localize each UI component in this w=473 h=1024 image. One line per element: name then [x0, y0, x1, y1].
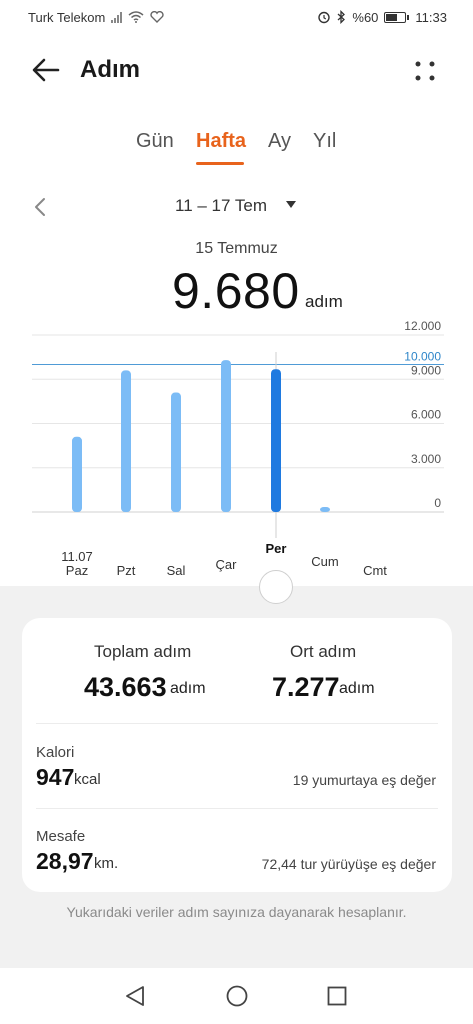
avg-steps-value: 7.277: [272, 672, 340, 702]
distance-value: 28,97: [36, 848, 94, 874]
status-left: Turk Telekom: [28, 10, 164, 25]
recents-square-icon[interactable]: [326, 984, 348, 1008]
x-category-label: Cmt: [363, 563, 387, 578]
tab-day[interactable]: Gün: [136, 130, 174, 153]
x-category-label: Sal: [167, 563, 186, 578]
app-bar: Adım: [0, 46, 473, 94]
goal-label: 10.000: [404, 350, 441, 364]
x-category-label: Cum: [311, 554, 338, 569]
footnote: Yukarıdaki veriler adım sayınıza dayanar…: [66, 904, 407, 920]
back-triangle-icon[interactable]: [124, 984, 146, 1008]
battery-percent: %60: [352, 9, 379, 25]
y-tick-label: 0: [434, 496, 441, 510]
weekly-steps-chart[interactable]: 12.000 9.000 6.000 3.000 0 10.000 11.07Paz Pzt S…: [0, 320, 473, 590]
bluetooth-icon: [337, 10, 346, 24]
battery-icon: [384, 11, 410, 23]
alarm-icon: [318, 11, 331, 24]
chart-bar[interactable]: [72, 436, 82, 512]
period-tabs: Gün Hafta Ay Yıl: [0, 130, 473, 170]
date-range-label[interactable]: 11 – 17 Tem: [175, 196, 267, 216]
signal-icon: [111, 11, 123, 23]
y-tick-label: 3.000: [411, 452, 441, 466]
tab-month[interactable]: Ay: [268, 130, 291, 153]
x-category-label: Per: [266, 541, 287, 556]
calorie-label: Kalori: [36, 744, 75, 761]
status-bar: Turk Telekom %60 11:33: [0, 0, 473, 34]
distance-equivalent: 72,44 tur yürüyüşe eş değer: [261, 856, 436, 872]
chart-bar[interactable]: [171, 392, 181, 512]
carrier-label: Turk Telekom: [28, 9, 106, 25]
x-category-label: Paz: [66, 563, 88, 578]
avg-steps-label: Ort adım: [290, 642, 357, 661]
selected-steps-unit: adım: [305, 292, 343, 311]
divider: [36, 723, 438, 724]
y-tick-label: 12.000: [404, 320, 441, 333]
avg-steps-unit: adım: [339, 680, 375, 697]
calorie-value: 947: [36, 764, 75, 790]
page-title: Adım: [80, 56, 140, 83]
distance-label: Mesafe: [36, 828, 86, 845]
chart-bar[interactable]: [121, 370, 131, 512]
wifi-icon: [128, 11, 144, 23]
y-tick-label: 6.000: [411, 408, 441, 422]
total-steps-label: Toplam adım: [94, 642, 192, 661]
chart-bar[interactable]: [271, 369, 281, 512]
system-nav-bar: [0, 968, 473, 1024]
selected-date: 15 Temmuz: [195, 240, 278, 257]
x-category-label: Pzt: [117, 563, 136, 578]
active-tab-indicator: [196, 162, 244, 165]
x-date-label: 11.07: [61, 549, 93, 564]
chart-bar[interactable]: [320, 507, 330, 512]
calorie-equivalent: 19 yumurtaya eş değer: [292, 772, 436, 788]
tab-year[interactable]: Yıl: [313, 130, 336, 153]
total-steps-unit: adım: [170, 680, 206, 697]
distance-unit: km.: [94, 855, 119, 872]
date-range-row: 11 – 17 Tem: [0, 192, 473, 222]
caret-down-icon[interactable]: [286, 201, 296, 208]
summary-card: Toplam adım 43.663 adım Ort adım 7.277 a…: [22, 618, 452, 892]
more-options-icon[interactable]: [410, 56, 440, 86]
tab-week[interactable]: Hafta: [196, 130, 246, 153]
chart-bar[interactable]: [221, 360, 231, 512]
drag-handle[interactable]: [259, 570, 293, 604]
chevron-left-icon[interactable]: [30, 196, 50, 218]
clock: 11:33: [415, 9, 447, 25]
calorie-unit: kcal: [74, 771, 101, 788]
heart-icon: [150, 11, 164, 23]
selected-steps-value: 9.680: [172, 263, 300, 319]
back-arrow-icon[interactable]: [30, 56, 62, 84]
home-circle-icon[interactable]: [225, 984, 249, 1008]
y-tick-label: 9.000: [411, 363, 441, 377]
divider: [36, 808, 438, 809]
status-right: %60 11:33: [317, 10, 447, 25]
total-steps-value: 43.663: [84, 672, 167, 702]
x-category-label: Çar: [216, 557, 238, 572]
